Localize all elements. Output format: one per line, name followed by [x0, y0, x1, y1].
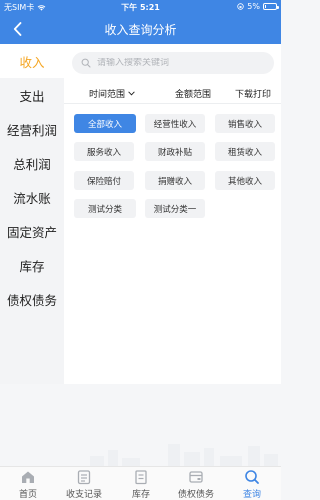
main-content: 时间范围 金额范围 下载打印 全部收入 经营性收入 销售收入 服务收入 财政补贴…: [64, 44, 281, 384]
tab-inventory[interactable]: 库存: [126, 469, 156, 500]
amount-range-label: 金额范围: [175, 90, 212, 100]
tag-sales-income[interactable]: 销售收入: [215, 114, 275, 133]
record-icon: [77, 470, 91, 485]
tab-home[interactable]: 首页: [13, 469, 43, 500]
download-print-button[interactable]: 下载打印: [235, 87, 271, 100]
tag-other-income[interactable]: 其他收入: [215, 171, 275, 190]
status-right: 5%: [237, 2, 279, 11]
sidebar-item-operating-profit[interactable]: 经营利润: [0, 112, 64, 146]
bottom-tab-bar: 首页 收支记录 库存 债权债务 查询: [0, 466, 281, 500]
tab-query[interactable]: 查询: [232, 467, 272, 500]
tag-insurance-compensation[interactable]: 保险赔付: [74, 171, 134, 190]
tab-home-label: 首页: [18, 490, 37, 500]
filter-row: 时间范围 金额范围 下载打印: [64, 82, 281, 104]
tag-donation-income[interactable]: 捐赠收入: [145, 171, 205, 190]
sidebar: 收入 支出 经营利润 总利润 流水账 固定资产 库存 债权债务: [0, 44, 64, 384]
sidebar-item-inventory[interactable]: 库存: [0, 248, 64, 282]
time-range-label: 时间范围: [89, 90, 126, 100]
tag-fiscal-subsidy[interactable]: 财政补贴: [145, 142, 205, 161]
search-icon: [81, 58, 91, 68]
time-range-filter[interactable]: 时间范围: [89, 87, 135, 100]
tag-test-category-one[interactable]: 测试分类一: [145, 199, 205, 218]
skyline-decoration: [90, 444, 278, 468]
chevron-down-icon: [128, 91, 135, 96]
tag-service-income[interactable]: 服务收入: [74, 142, 134, 161]
sidebar-item-ledger[interactable]: 流水账: [0, 180, 64, 214]
sidebar-item-debts[interactable]: 债权债务: [0, 282, 64, 316]
orientation-lock-icon: [237, 3, 244, 10]
battery-icon: [263, 3, 279, 10]
download-print-label: 下载打印: [235, 90, 272, 100]
search-icon: [245, 470, 259, 484]
page-title: 收入查询分析: [104, 23, 177, 37]
sidebar-item-fixed-assets[interactable]: 固定资产: [0, 214, 64, 248]
debt-icon: [189, 471, 203, 483]
tag-operating-income[interactable]: 经营性收入: [145, 114, 205, 133]
tab-records[interactable]: 收支记录: [62, 469, 106, 500]
search-input[interactable]: [97, 58, 267, 68]
tag-all-income[interactable]: 全部收入: [74, 114, 136, 133]
battery-percent: 5%: [247, 2, 260, 11]
sidebar-item-income[interactable]: 收入: [0, 44, 64, 78]
tag-rental-income[interactable]: 租赁收入: [215, 142, 275, 161]
search-bar[interactable]: [72, 52, 274, 74]
sidebar-item-total-profit[interactable]: 总利润: [0, 146, 64, 180]
amount-range-filter[interactable]: 金额范围: [175, 87, 211, 100]
tab-query-label: 查询: [242, 490, 261, 500]
sidebar-item-expense[interactable]: 支出: [0, 78, 64, 112]
tab-inventory-label: 库存: [131, 490, 150, 500]
tag-test-category[interactable]: 测试分类: [74, 199, 136, 218]
tab-records-label: 收支记录: [65, 490, 102, 500]
home-icon: [22, 471, 34, 483]
tab-debts[interactable]: 债权债务: [174, 469, 218, 500]
navigation-bar: 收入查询分析: [0, 14, 281, 44]
inventory-icon: [135, 470, 147, 485]
status-bar: 无SIM卡 下午 5:21 5%: [0, 0, 281, 14]
tab-debts-label: 债权债务: [177, 490, 214, 500]
